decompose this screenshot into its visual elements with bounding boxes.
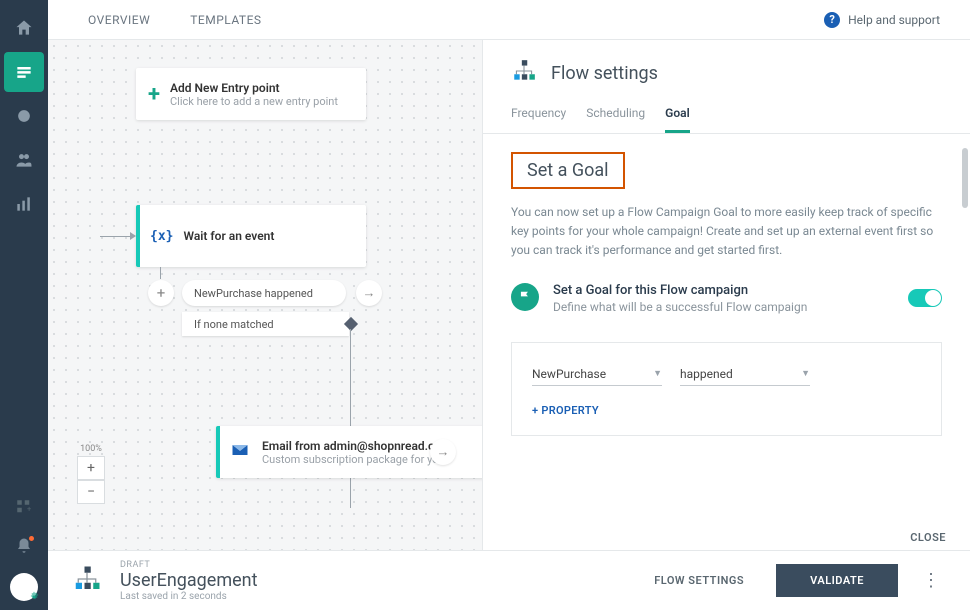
settings-panel: Flow settings Frequency Scheduling Goal … bbox=[482, 40, 970, 550]
rail-chart[interactable] bbox=[4, 184, 44, 224]
tab-scheduling[interactable]: Scheduling bbox=[586, 106, 645, 133]
event-select-value: NewPurchase bbox=[532, 367, 606, 381]
validate-button[interactable]: VALIDATE bbox=[776, 564, 898, 597]
rail-people[interactable] bbox=[4, 140, 44, 180]
rail-apps[interactable]: + bbox=[4, 492, 44, 522]
email-subtitle: Custom subscription package for you! bbox=[262, 453, 452, 466]
svg-text:+: + bbox=[27, 505, 31, 514]
flow-settings-button[interactable]: FLOW SETTINGS bbox=[640, 566, 758, 595]
connector-line bbox=[100, 236, 132, 237]
entry-subtitle: Click here to add a new entry point bbox=[170, 95, 338, 108]
add-property-link[interactable]: + PROPERTY bbox=[532, 404, 921, 417]
bell-icon bbox=[15, 537, 33, 555]
rail-home[interactable] bbox=[4, 8, 44, 48]
chevron-down-icon: ▼ bbox=[653, 368, 662, 379]
panel-tabs: Frequency Scheduling Goal bbox=[483, 88, 970, 134]
goal-toggle-row: Set a Goal for this Flow campaign Define… bbox=[511, 283, 942, 314]
zoom-out-button[interactable]: − bbox=[77, 480, 105, 504]
wait-title: Wait for an event bbox=[183, 229, 274, 243]
main-column: OVERVIEW TEMPLATES ? Help and support + … bbox=[48, 0, 970, 610]
goal-toggle[interactable] bbox=[908, 289, 942, 307]
help-icon: ? bbox=[824, 12, 840, 28]
goal-row-title: Set a Goal for this Flow campaign bbox=[553, 283, 894, 298]
braces-icon: {x} bbox=[150, 229, 173, 244]
plus-icon: + bbox=[148, 82, 160, 107]
goal-form: NewPurchase ▼ happened ▼ + PROPERTY bbox=[511, 342, 942, 436]
moon-icon bbox=[14, 106, 34, 126]
email-title: Email from admin@shopnread.com bbox=[262, 439, 452, 453]
branch-arrow-button[interactable]: → bbox=[356, 280, 382, 306]
purchase-branch-pill[interactable]: NewPurchase happened bbox=[182, 280, 346, 306]
tab-frequency[interactable]: Frequency bbox=[511, 106, 566, 133]
chevron-down-icon: ▼ bbox=[801, 368, 810, 379]
top-bar: OVERVIEW TEMPLATES ? Help and support bbox=[48, 0, 970, 40]
sitemap-icon bbox=[511, 58, 537, 88]
apps-icon: + bbox=[15, 498, 33, 516]
chart-icon bbox=[14, 194, 34, 214]
entry-title: Add New Entry point bbox=[170, 81, 338, 95]
rail-notifications[interactable] bbox=[4, 526, 44, 566]
home-icon bbox=[14, 18, 34, 38]
app-root: + OVERVIEW TEMPLATES ? Help and support bbox=[0, 0, 970, 610]
zoom-level: 100% bbox=[80, 444, 102, 454]
left-rail: + bbox=[0, 0, 48, 610]
panel-title: Flow settings bbox=[551, 63, 658, 84]
purchase-branch-label: NewPurchase happened bbox=[194, 287, 313, 300]
none-matched-label: If none matched bbox=[194, 318, 274, 331]
flow-canvas[interactable]: + Add New Entry point Click here to add … bbox=[48, 40, 482, 550]
flow-icon bbox=[14, 62, 34, 82]
last-saved: Last saved in 2 seconds bbox=[120, 591, 258, 602]
rail-moon[interactable] bbox=[4, 96, 44, 136]
gear-icon bbox=[28, 591, 40, 603]
scrollbar-thumb[interactable] bbox=[962, 148, 968, 208]
help-link[interactable]: ? Help and support bbox=[824, 12, 940, 28]
help-label: Help and support bbox=[848, 13, 940, 27]
add-entry-point-card[interactable]: + Add New Entry point Click here to add … bbox=[136, 68, 366, 120]
avatar-icon bbox=[10, 573, 38, 601]
tab-templates[interactable]: TEMPLATES bbox=[190, 13, 261, 27]
email-icon bbox=[230, 440, 250, 464]
add-branch-button[interactable]: + bbox=[148, 280, 174, 306]
goal-row-subtitle: Define what will be a successful Flow ca… bbox=[553, 300, 894, 314]
more-menu-button[interactable]: ⋮ bbox=[916, 570, 946, 591]
close-button[interactable]: CLOSE bbox=[910, 531, 946, 544]
condition-select[interactable]: happened ▼ bbox=[680, 363, 810, 386]
zoom-controls: 100% + − bbox=[76, 444, 106, 504]
none-matched-pill[interactable]: If none matched bbox=[182, 312, 349, 336]
flag-icon bbox=[511, 283, 539, 311]
rail-flow[interactable] bbox=[4, 52, 44, 92]
sitemap-icon bbox=[72, 564, 102, 598]
connector-line bbox=[350, 478, 351, 508]
condition-select-value: happened bbox=[680, 367, 733, 381]
tab-goal[interactable]: Goal bbox=[665, 106, 690, 133]
workspace: + Add New Entry point Click here to add … bbox=[48, 40, 970, 550]
goal-heading: Set a Goal bbox=[511, 152, 625, 189]
goal-description: You can now set up a Flow Campaign Goal … bbox=[511, 203, 942, 261]
tab-overview[interactable]: OVERVIEW bbox=[88, 13, 150, 27]
email-arrow-button[interactable]: → bbox=[430, 439, 456, 465]
status-badge: DRAFT bbox=[120, 560, 258, 570]
footer: DRAFT UserEngagement Last saved in 2 sec… bbox=[48, 550, 970, 610]
rail-avatar[interactable] bbox=[4, 570, 44, 610]
wait-event-card[interactable]: {x} Wait for an event bbox=[136, 205, 366, 267]
people-icon bbox=[14, 150, 34, 170]
event-select[interactable]: NewPurchase ▼ bbox=[532, 363, 662, 386]
zoom-in-button[interactable]: + bbox=[77, 456, 105, 480]
connector-line bbox=[160, 267, 161, 279]
panel-body: Set a Goal You can now set up a Flow Cam… bbox=[483, 134, 970, 550]
panel-header: Flow settings bbox=[483, 40, 970, 88]
campaign-name: UserEngagement bbox=[120, 570, 258, 591]
